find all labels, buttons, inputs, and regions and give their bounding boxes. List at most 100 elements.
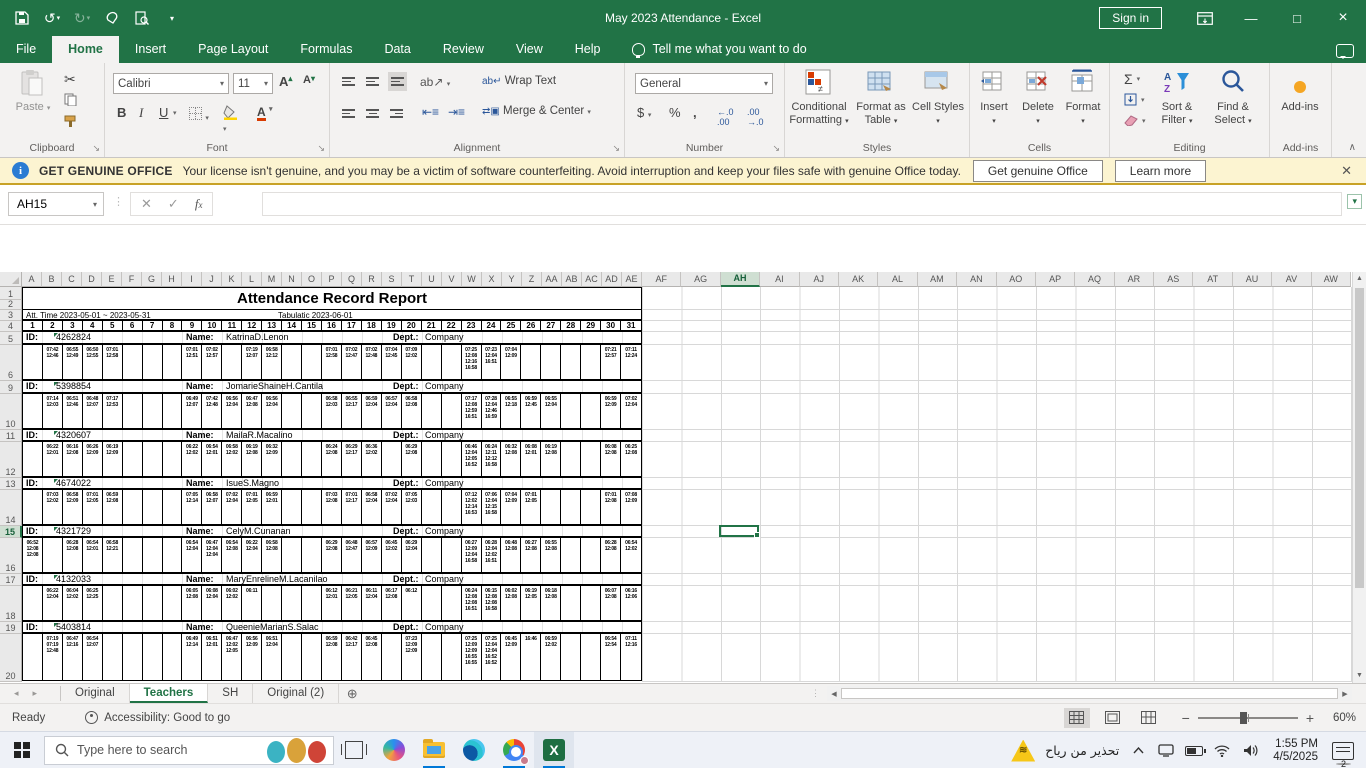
column-header[interactable]: Z [522, 272, 542, 287]
time-cell[interactable] [422, 586, 442, 620]
time-cell[interactable] [163, 634, 183, 680]
empty-cells[interactable] [642, 310, 1352, 321]
time-cell[interactable] [222, 345, 243, 379]
time-cell[interactable] [581, 394, 602, 428]
column-header[interactable]: AH [720, 272, 761, 287]
time-cell[interactable]: 07:42 12:46 [43, 345, 63, 379]
time-cell[interactable]: 06:45 12:02 [382, 538, 402, 572]
time-cell[interactable]: 07:11 12:16 [621, 634, 641, 680]
time-cell[interactable]: 07:04 12:45 [382, 345, 402, 379]
time-cell[interactable] [382, 634, 402, 680]
record-id-row[interactable]: ID: 4262824 Name: KatrinaD.Lenon Dept.: Compa… [22, 331, 642, 344]
column-header[interactable]: AD [602, 272, 622, 287]
time-cell[interactable]: 06:22 12:01 [43, 442, 63, 476]
time-cell[interactable]: 07:11 12:24 [621, 345, 641, 379]
day-cell[interactable]: 2 [43, 321, 63, 330]
row-header[interactable]: 4 [0, 321, 22, 332]
day-cell[interactable]: 16 [322, 321, 342, 330]
time-cell[interactable]: 06:47 12:04 12:04 [202, 538, 223, 572]
time-cell[interactable]: 07:42 12:48 [202, 394, 223, 428]
time-cell[interactable]: 06:22 12:04 [242, 538, 263, 572]
day-cell[interactable]: 29 [581, 321, 602, 330]
time-cell[interactable]: 06:59 12:08 [103, 490, 123, 524]
borders-button[interactable]: ▾ [189, 107, 209, 123]
empty-cells[interactable] [642, 381, 1352, 394]
column-header[interactable]: AB [562, 272, 582, 287]
copy-icon[interactable] [64, 93, 77, 106]
customize-qat-icon[interactable]: ▾ [164, 10, 180, 26]
time-cell[interactable] [422, 634, 442, 680]
tell-me-box[interactable]: Tell me what you want to do [616, 36, 816, 63]
time-cell[interactable] [143, 345, 163, 379]
time-cell[interactable]: 07:23 12:09 12:09 [402, 634, 422, 680]
column-header[interactable]: AW [1311, 272, 1352, 287]
time-cell[interactable]: 06:22 12:04 [43, 586, 63, 620]
time-cell[interactable]: 06:22 12:02 [182, 442, 203, 476]
time-cell[interactable] [422, 394, 442, 428]
column-header[interactable]: AS [1154, 272, 1194, 287]
print-preview-icon[interactable] [134, 10, 150, 26]
time-cell[interactable] [302, 442, 323, 476]
time-cell[interactable] [103, 586, 123, 620]
time-cell[interactable]: 06:05 12:08 [182, 586, 203, 620]
format-cells-button[interactable]: Format ▾ [1060, 69, 1106, 128]
time-cell[interactable]: 06:55 12:17 [342, 394, 362, 428]
merge-center-button[interactable]: ⇄▣ Merge & Center ▾ [482, 105, 591, 117]
time-cell[interactable] [282, 490, 303, 524]
time-cell[interactable]: 06:27 12:08 [521, 538, 542, 572]
day-cell[interactable]: 3 [63, 321, 83, 330]
time-cell[interactable]: 06:42 12:17 [342, 634, 362, 680]
time-cell[interactable]: 06:29 12:17 [342, 442, 362, 476]
time-cell[interactable]: 06:58 12:08 [402, 394, 422, 428]
time-cell[interactable]: 07:14 12:03 [43, 394, 63, 428]
underline-button[interactable]: U [159, 105, 168, 120]
time-cell[interactable]: 06:49 12:14 [182, 634, 203, 680]
column-header[interactable]: H [162, 272, 182, 287]
time-cell[interactable]: 07:02 12:48 [362, 345, 382, 379]
time-cell[interactable] [282, 394, 303, 428]
tab-insert[interactable]: Insert [119, 36, 182, 63]
column-header[interactable]: S [382, 272, 402, 287]
empty-cells[interactable] [642, 478, 1352, 490]
time-cell[interactable] [302, 538, 323, 572]
column-header[interactable]: AA [542, 272, 562, 287]
time-cell[interactable]: 06:56 12:09 [242, 634, 263, 680]
wifi-icon[interactable] [1213, 741, 1231, 761]
cut-icon[interactable]: ✂ [64, 71, 76, 88]
time-cell[interactable]: 06:59 12:04 [362, 394, 382, 428]
sheet-tab-original-2-[interactable]: Original (2) [253, 684, 340, 703]
percent-style-button[interactable]: % [669, 105, 681, 120]
tab-file[interactable]: File [0, 36, 52, 63]
time-cell[interactable]: 07:17 12:08 12:59 16:51 [462, 394, 482, 428]
comments-icon[interactable] [1336, 44, 1354, 59]
column-header[interactable]: AE [622, 272, 642, 287]
row-header[interactable]: 10 [0, 394, 22, 430]
delete-cells-button[interactable]: Delete ▾ [1016, 69, 1060, 128]
day-cell[interactable]: 1 [23, 321, 43, 330]
time-cell[interactable]: 06:50 12:55 [83, 345, 103, 379]
time-cell[interactable] [561, 442, 582, 476]
day-cell[interactable]: 18 [362, 321, 382, 330]
column-header[interactable]: L [242, 272, 262, 287]
time-cell[interactable] [23, 442, 43, 476]
column-header[interactable]: AL [878, 272, 918, 287]
column-header[interactable]: AO [996, 272, 1036, 287]
align-left-button[interactable] [342, 107, 355, 120]
column-header[interactable]: AM [917, 272, 958, 287]
time-cell[interactable] [123, 490, 143, 524]
time-cell[interactable]: 06:51 12:46 [63, 394, 83, 428]
time-cell[interactable]: 06:58 12:04 [362, 490, 382, 524]
add-ins-button[interactable]: Add-ins [1272, 69, 1328, 114]
time-cell[interactable] [442, 586, 462, 620]
collapse-ribbon-icon[interactable]: ∧ [1349, 142, 1356, 153]
format-painter-icon[interactable] [64, 115, 77, 128]
time-cell[interactable] [43, 538, 63, 572]
time-cell[interactable]: 06:17 12:08 [382, 586, 402, 620]
warning-close-icon[interactable]: ✕ [1341, 163, 1352, 179]
column-header[interactable]: R [362, 272, 382, 287]
time-cell[interactable] [561, 490, 582, 524]
time-cell[interactable]: 06:58 12:09 [63, 490, 83, 524]
vertical-scroll-thumb[interactable] [1355, 288, 1364, 588]
empty-cells[interactable] [642, 525, 1352, 538]
time-cell[interactable] [23, 586, 43, 620]
